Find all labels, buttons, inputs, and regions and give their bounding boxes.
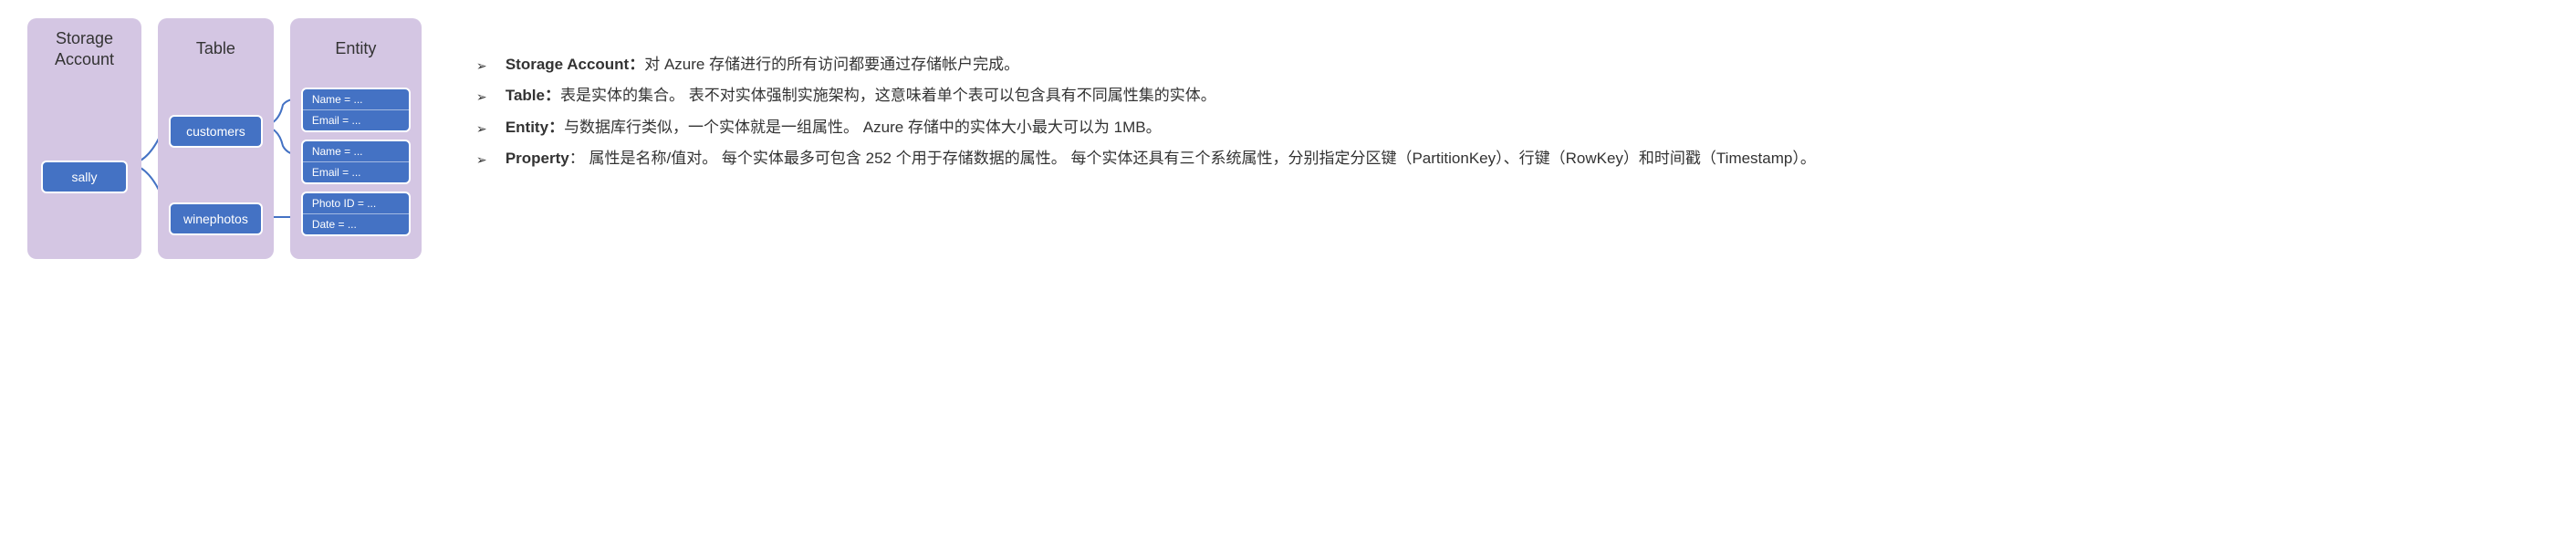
- entity-property: Email = ...: [303, 110, 409, 130]
- description-item: ➢ Storage Account：对 Azure 存储进行的所有访问都要通过存…: [476, 50, 2549, 79]
- term-entity: Entity: [506, 119, 548, 136]
- triangle-bullet-icon: ➢: [476, 81, 506, 110]
- entity-property: Email = ...: [303, 162, 409, 182]
- triangle-bullet-icon: ➢: [476, 144, 506, 173]
- term-storage-account: Storage Account: [506, 56, 629, 73]
- term-property: Property: [506, 150, 569, 167]
- entity-node: Name = ... Email = ...: [301, 88, 411, 132]
- description-item: ➢ Property： 属性是名称/值对。 每个实体最多可包含 252 个用于存…: [476, 144, 2549, 173]
- table-column-header: Table: [196, 27, 235, 71]
- table-column: Table customers winephotos: [158, 18, 274, 259]
- entity-column-header: Entity: [335, 27, 376, 71]
- storage-account-node: sally: [41, 161, 128, 193]
- storage-account-column: Storage Account sally: [27, 18, 141, 259]
- entity-property: Name = ...: [303, 89, 409, 110]
- storage-column-header: Storage Account: [55, 27, 114, 71]
- desc-text: 属性是名称/值对。 每个实体最多可包含 252 个用于存储数据的属性。 每个实体…: [585, 150, 1816, 167]
- term-table: Table: [506, 87, 545, 104]
- entity-property: Name = ...: [303, 141, 409, 162]
- desc-text: 对 Azure 存储进行的所有访问都要通过存储帐户完成。: [644, 56, 1019, 73]
- desc-text: 与数据库行类似，一个实体就是一组属性。 Azure 存储中的实体大小最大可以为 …: [564, 119, 1162, 136]
- entity-column: Entity Name = ... Email = ... Name = ...…: [290, 18, 422, 259]
- desc-text: 表是实体的集合。 表不对实体强制实施架构，这意味着单个表可以包含具有不同属性集的…: [560, 87, 1216, 104]
- entity-node: Photo ID = ... Date = ...: [301, 192, 411, 236]
- table-node-customers: customers: [169, 115, 263, 148]
- description-list: ➢ Storage Account：对 Azure 存储进行的所有访问都要通过存…: [476, 18, 2549, 175]
- entity-property: Date = ...: [303, 214, 409, 234]
- triangle-bullet-icon: ➢: [476, 50, 506, 79]
- entity-node: Name = ... Email = ...: [301, 140, 411, 184]
- description-item: ➢ Table：表是实体的集合。 表不对实体强制实施架构，这意味着单个表可以包含…: [476, 81, 2549, 110]
- storage-hierarchy-diagram: Storage Account sally Table customers wi…: [27, 18, 422, 259]
- description-item: ➢ Entity：与数据库行类似，一个实体就是一组属性。 Azure 存储中的实…: [476, 113, 2549, 142]
- entity-property: Photo ID = ...: [303, 193, 409, 214]
- table-node-winephotos: winephotos: [169, 202, 263, 235]
- triangle-bullet-icon: ➢: [476, 113, 506, 142]
